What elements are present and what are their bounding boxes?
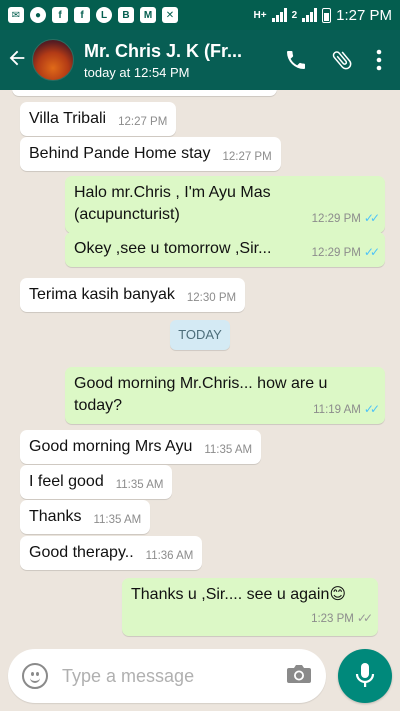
- message-notification-icon: ✉: [8, 7, 24, 23]
- arrow-left-icon[interactable]: [6, 47, 32, 74]
- message-bubble[interactable]: Good therapy.. 11:36 AM: [20, 536, 203, 570]
- message-bubble[interactable]: [12, 90, 277, 96]
- message-text: Good morning Mrs Ayu: [29, 438, 193, 455]
- message-text: Thanks u ,Sir.... see u again: [131, 586, 330, 603]
- clock: 1:27 PM: [336, 6, 392, 24]
- message-text: Good morning Mr.Chris... how are u today…: [74, 375, 328, 414]
- bbm-icon: B: [118, 7, 134, 23]
- facebook-icon: f: [74, 7, 90, 23]
- phone-icon[interactable]: [284, 48, 308, 72]
- message-text: I feel good: [29, 473, 104, 490]
- signal-icon: [271, 8, 287, 22]
- app-notification-icon: ●: [30, 7, 46, 23]
- status-bar: ✉ ● f f L B M ✕ H+ 2 1:27 PM: [0, 0, 400, 30]
- gmail-icon: M: [140, 7, 156, 23]
- signal-icon: [302, 8, 318, 22]
- date-divider: TODAY: [170, 320, 230, 350]
- chat-header: Mr. Chris J. K (Fr... today at 12:54 PM: [0, 30, 400, 90]
- battery-icon: [322, 7, 332, 23]
- last-seen: today at 12:54 PM: [84, 64, 190, 80]
- message-bubble[interactable]: Okey ,see u tomorrow ,Sir... 12:29 PM ✓✓: [65, 232, 385, 267]
- message-time: 12:29 PM: [311, 247, 361, 259]
- contact-info[interactable]: Mr. Chris J. K (Fr... today at 12:54 PM: [84, 41, 252, 80]
- message-text: Halo mr.Chris , I'm Ayu Mas (acupuncturi…: [74, 184, 271, 223]
- message-bubble[interactable]: Behind Pande Home stay 12:27 PM: [20, 137, 281, 171]
- message-bubble[interactable]: Good morning Mrs Ayu 11:35 AM: [20, 430, 262, 464]
- message-time: 12:27 PM: [222, 151, 272, 163]
- message-time: 11:35 AM: [115, 479, 164, 491]
- close-icon: ✕: [162, 7, 178, 23]
- message-text: Okey ,see u tomorrow ,Sir...: [74, 240, 272, 257]
- double-check-icon: ✓✓: [363, 211, 380, 225]
- message-bubble[interactable]: Thanks u ,Sir.... see u again😊 1:23 PM ✓✓: [122, 578, 378, 636]
- message-bubble[interactable]: I feel good 11:35 AM: [20, 465, 173, 499]
- contact-avatar[interactable]: [32, 39, 74, 81]
- line-icon: L: [96, 7, 112, 23]
- message-text: Good therapy..: [29, 544, 134, 561]
- network-type: H+: [253, 9, 267, 21]
- message-text: Behind Pande Home stay: [29, 145, 211, 162]
- camera-icon[interactable]: [286, 663, 312, 690]
- double-check-icon: ✓✓: [356, 611, 373, 625]
- message-time: 11:35 AM: [204, 444, 253, 456]
- message-bubble[interactable]: Good morning Mr.Chris... how are u today…: [65, 367, 385, 424]
- double-check-icon: ✓✓: [363, 245, 380, 259]
- smiling-face-emoji: 😊: [329, 586, 347, 603]
- message-bubble[interactable]: Halo mr.Chris , I'm Ayu Mas (acupuncturi…: [65, 176, 385, 233]
- contact-name: Mr. Chris J. K (Fr...: [84, 40, 243, 61]
- emoji-icon[interactable]: [22, 663, 48, 689]
- message-time: 1:23 PM: [311, 613, 354, 625]
- sim2-label: 2: [291, 9, 298, 21]
- message-list[interactable]: Villa Tribali 12:27 PM Behind Pande Home…: [0, 90, 400, 645]
- attachment-icon[interactable]: [330, 48, 354, 72]
- message-time: 12:30 PM: [186, 292, 237, 304]
- double-check-icon: ✓✓: [363, 402, 380, 416]
- notification-icons: ✉ ● f f L B M ✕: [8, 7, 178, 23]
- message-bubble[interactable]: Terima kasih banyak 12:30 PM: [20, 278, 246, 312]
- message-text: Terima kasih banyak: [29, 286, 175, 303]
- microphone-icon: [355, 663, 375, 687]
- message-text: Villa Tribali: [29, 110, 107, 127]
- message-bubble[interactable]: Thanks 11:35 AM: [20, 500, 151, 534]
- message-input[interactable]: [62, 665, 272, 687]
- message-composer: [8, 649, 326, 703]
- message-text: Thanks: [29, 508, 82, 525]
- message-time: 12:29 PM: [311, 213, 361, 225]
- message-time: 12:27 PM: [118, 116, 168, 128]
- message-time: 11:36 AM: [145, 550, 194, 562]
- message-time: 11:19 AM: [313, 404, 361, 416]
- message-time: 11:35 AM: [93, 514, 142, 526]
- message-bubble[interactable]: Villa Tribali 12:27 PM: [20, 102, 177, 136]
- facebook-icon: f: [52, 7, 68, 23]
- more-options-icon[interactable]: [376, 49, 382, 71]
- voice-record-button[interactable]: [338, 649, 392, 703]
